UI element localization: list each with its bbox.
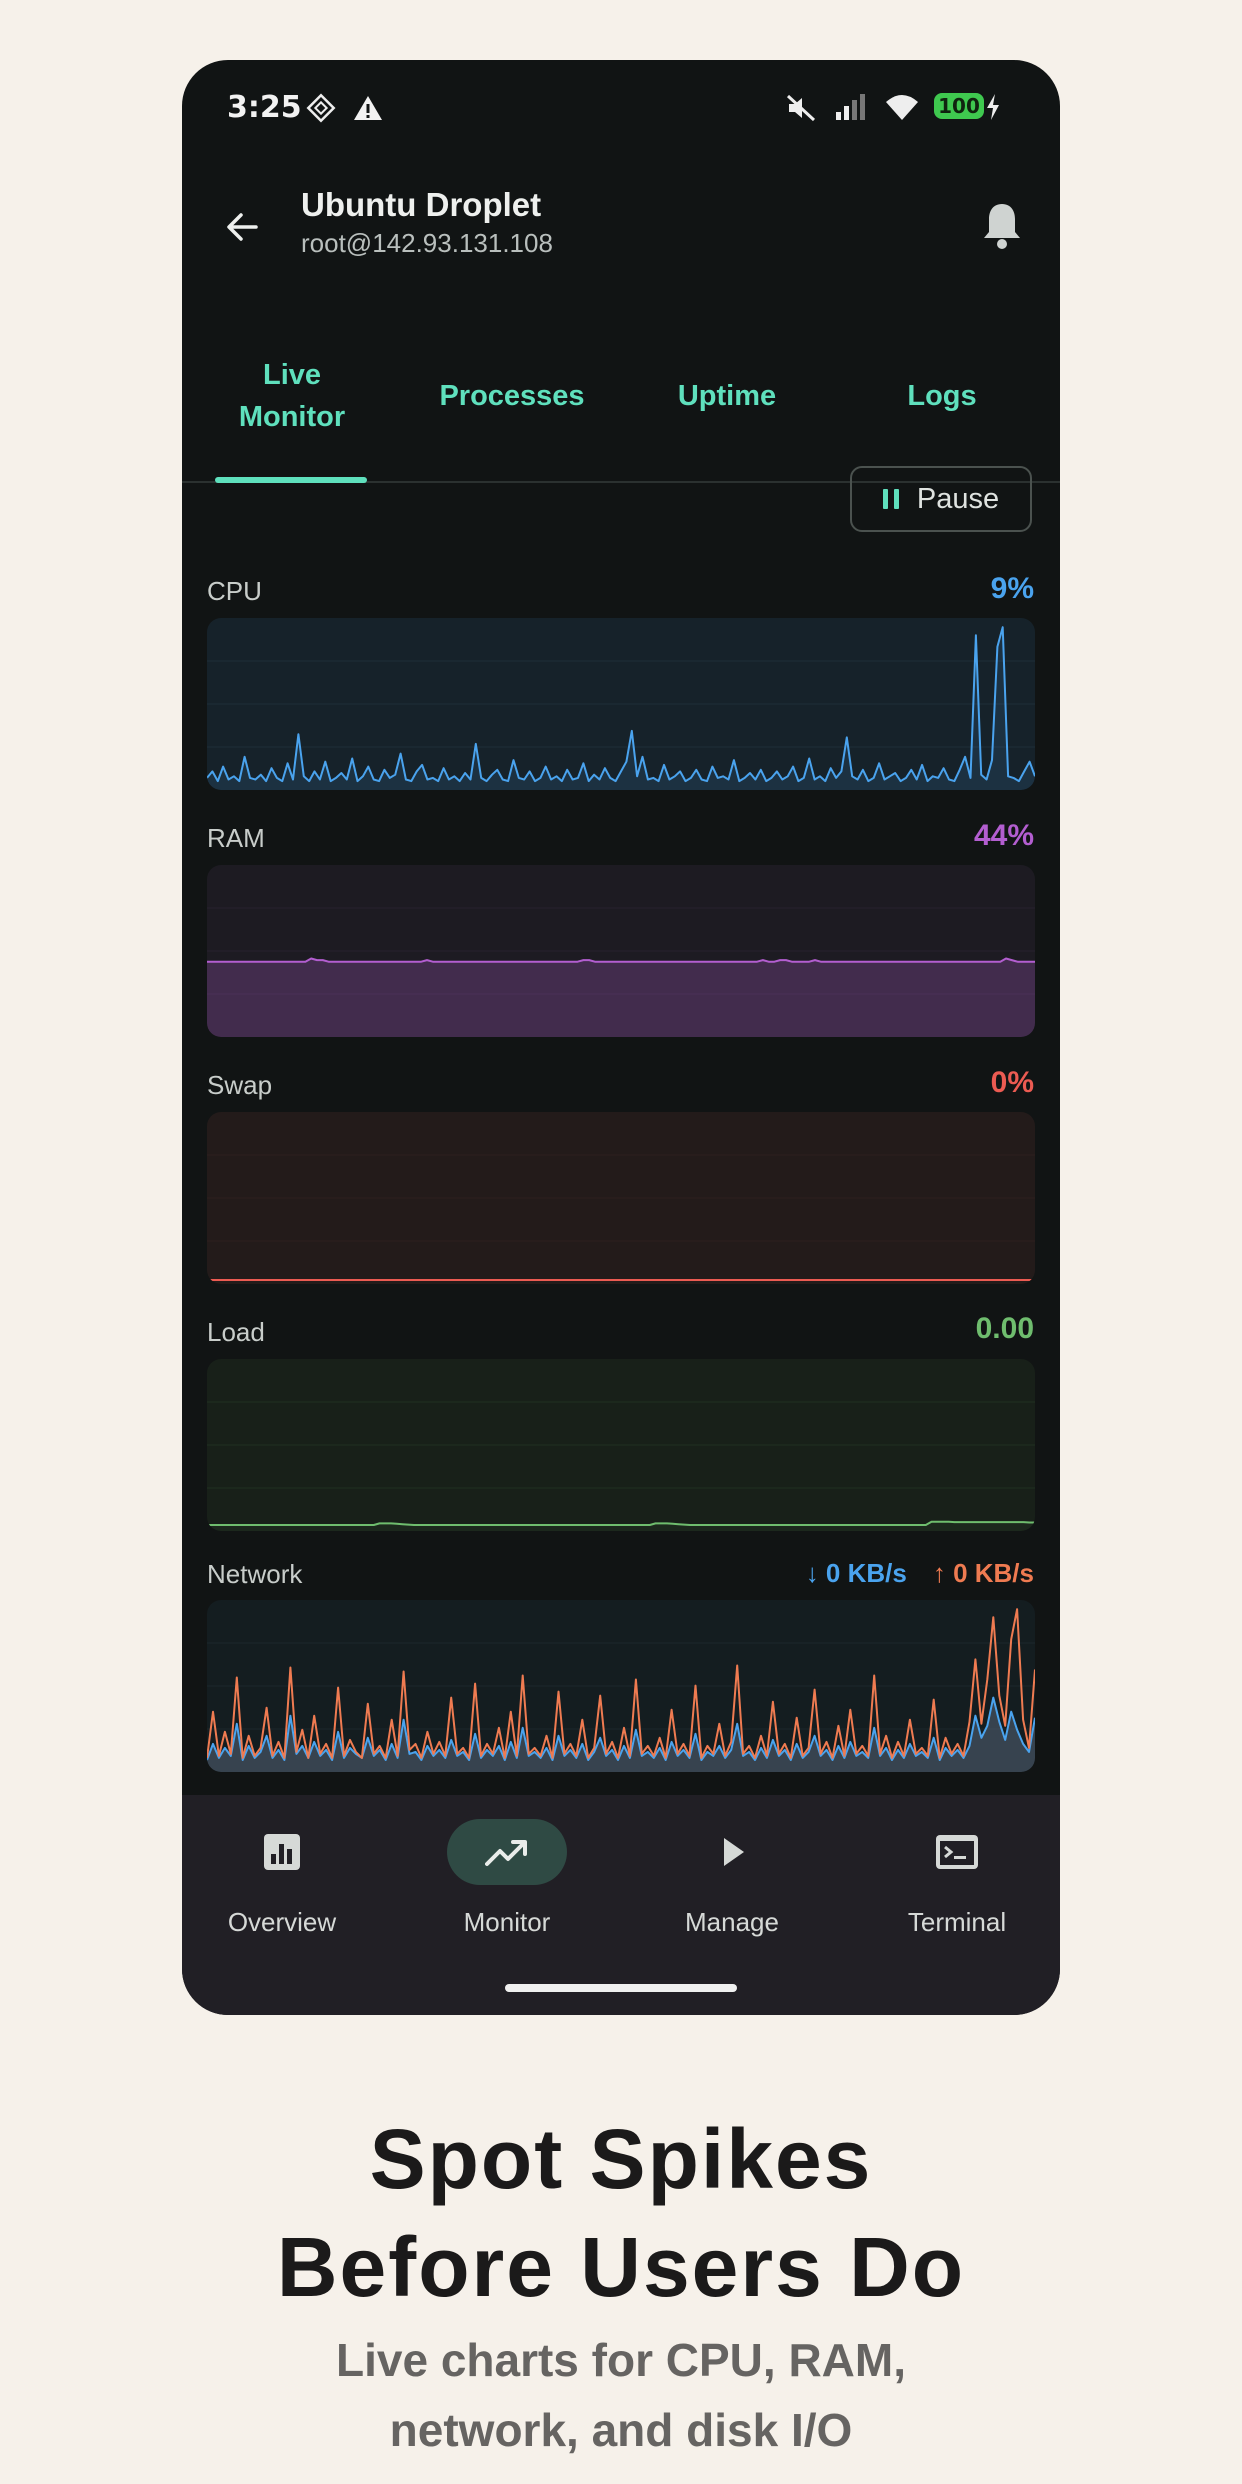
app-bar: Ubuntu Droplet root@142.93.131.108 xyxy=(182,180,1060,290)
nav-monitor-label: Monitor xyxy=(463,1907,551,1937)
home-indicator[interactable] xyxy=(505,1984,737,1992)
trending-up-icon xyxy=(485,1840,527,1866)
ram-chart xyxy=(207,865,1035,1037)
nav-terminal-label: Terminal xyxy=(907,1907,1007,1937)
cpu-value: 9% xyxy=(990,572,1034,605)
ram-label: RAM xyxy=(207,823,265,853)
signal-icon xyxy=(836,94,865,120)
load-label: Load xyxy=(207,1317,265,1347)
network-up-line xyxy=(207,1608,1035,1759)
tracker-icon xyxy=(306,93,336,123)
swap-value: 0% xyxy=(990,1066,1034,1099)
tab-bar: Live Monitor Processes Uptime Logs xyxy=(182,310,1060,483)
battery-indicator: 100 xyxy=(934,93,984,119)
nav-overview[interactable]: Overview xyxy=(182,1819,382,1949)
cpu-chart xyxy=(207,618,1035,790)
nav-manage[interactable]: Manage xyxy=(632,1819,832,1949)
phone-frame: 3:25 100 Ubuntu Droplet root@142.93.131.… xyxy=(182,60,1060,2015)
server-address: root@142.93.131.108 xyxy=(301,228,553,258)
nav-overview-label: Overview xyxy=(227,1907,337,1937)
network-label: Network xyxy=(207,1559,303,1589)
load-value: 0.00 xyxy=(975,1312,1034,1345)
ram-value: 44% xyxy=(973,819,1034,852)
subline-line-1: Live charts for CPU, RAM, xyxy=(336,2334,906,2386)
swap-chart xyxy=(207,1112,1035,1284)
charging-icon xyxy=(987,94,999,120)
network-values: ↓ 0 KB/s ↑ 0 KB/s xyxy=(806,1558,1034,1589)
ram-area xyxy=(207,958,1035,1037)
active-tab-indicator xyxy=(215,477,367,483)
terminal-icon xyxy=(936,1835,978,1869)
network-chart xyxy=(207,1600,1035,1772)
load-line xyxy=(207,1520,1035,1526)
cpu-label: CPU xyxy=(207,576,262,606)
status-bar: 3:25 100 xyxy=(182,60,1060,156)
mute-icon xyxy=(786,94,816,122)
play-icon xyxy=(724,1838,744,1866)
tab-uptime[interactable]: Uptime xyxy=(622,310,832,481)
ram-line xyxy=(207,957,1035,963)
load-area xyxy=(207,1521,1035,1531)
server-title: Ubuntu Droplet xyxy=(301,186,542,223)
tab-logs[interactable]: Logs xyxy=(832,310,1052,481)
bar-chart-icon xyxy=(264,1834,300,1870)
marketing-subline: Live charts for CPU, RAM, network, and d… xyxy=(0,2325,1242,2465)
subline-line-2: network, and disk I/O xyxy=(389,2404,853,2456)
marketing-headline: Spot Spikes Before Users Do xyxy=(0,2105,1242,2321)
status-time: 3:25 xyxy=(227,90,302,125)
headline-line-1: Spot Spikes xyxy=(369,2112,873,2206)
tab-live-monitor[interactable]: Live Monitor xyxy=(182,310,402,481)
network-down-area xyxy=(207,1697,1035,1772)
nav-terminal[interactable]: Terminal xyxy=(857,1819,1057,1949)
headline-line-2: Before Users Do xyxy=(276,2220,966,2314)
pause-icon xyxy=(882,489,899,509)
tab-processes[interactable]: Processes xyxy=(402,310,622,481)
cpu-area xyxy=(207,627,1035,790)
arrow-left-icon[interactable] xyxy=(220,204,266,250)
pause-label: Pause xyxy=(916,482,1000,515)
swap-label: Swap xyxy=(207,1070,273,1100)
nav-monitor[interactable]: Monitor xyxy=(407,1819,607,1949)
nav-manage-label: Manage xyxy=(685,1907,779,1937)
warning-icon xyxy=(354,96,382,120)
network-down-value: ↓ 0 KB/s xyxy=(805,1558,907,1588)
bell-icon[interactable] xyxy=(980,200,1024,250)
bottom-navigation: Overview Monitor Manage Terminal xyxy=(182,1795,1060,2015)
wifi-icon xyxy=(886,95,918,120)
pause-button[interactable]: Pause xyxy=(850,466,1032,532)
network-up-value: ↑ 0 KB/s xyxy=(932,1558,1034,1588)
load-chart xyxy=(207,1359,1035,1531)
